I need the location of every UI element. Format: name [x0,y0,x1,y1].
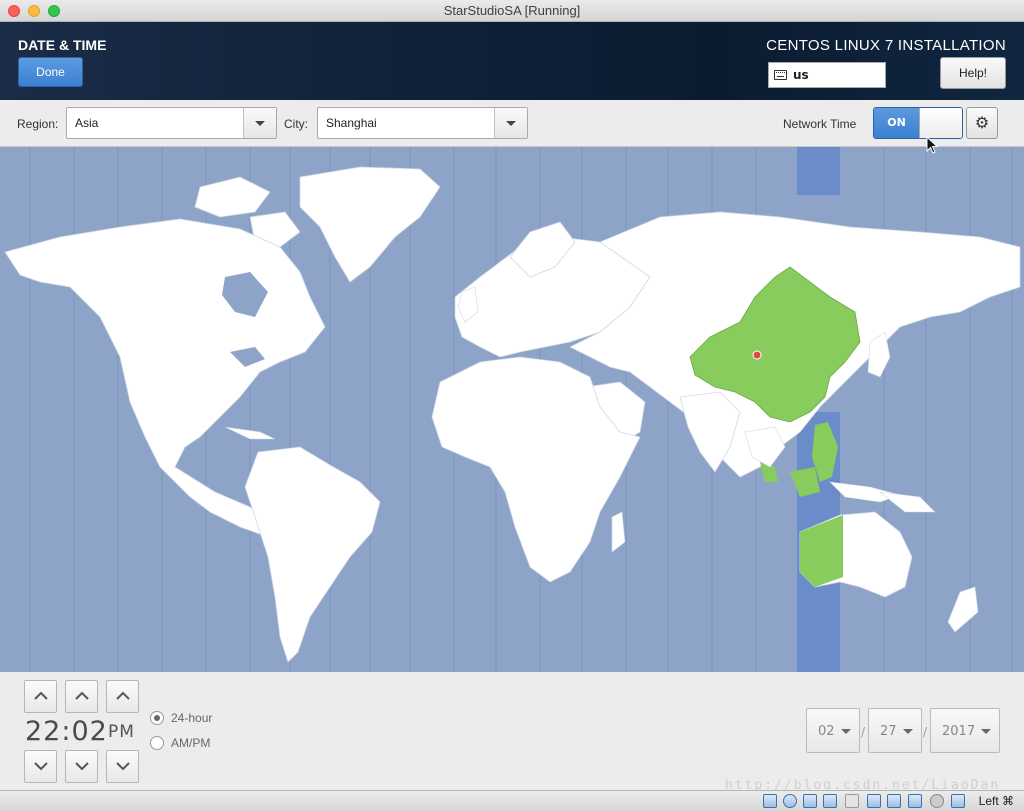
keyboard-icon [774,70,787,80]
minute-down-button[interactable] [65,750,98,783]
region-value: Asia [75,116,99,130]
chevron-up-icon [116,691,130,700]
installation-title: CENTOS LINUX 7 INSTALLATION [766,37,1006,54]
help-button[interactable]: Help! [940,57,1006,89]
timezone-map[interactable] [0,147,1024,672]
keyboard-layout-label: us [793,68,809,82]
network-time-label: Network Time [783,117,857,131]
date-separator: / [923,725,928,739]
world-map[interactable] [0,147,1024,672]
switch-on-label: ON [874,108,919,138]
network-time-switch[interactable]: ON [873,107,963,139]
virtualization-icon[interactable] [908,794,922,808]
usb-icon[interactable] [803,794,817,808]
month-combobox[interactable]: 02 [806,708,860,753]
period-up-button[interactable] [106,680,139,713]
chevron-down-icon [841,729,851,734]
period-display: PM [108,722,135,742]
switch-knob[interactable] [919,108,962,138]
month-value: 02 [818,724,835,739]
ntp-settings-button[interactable]: ⚙ [966,107,998,139]
date-time-panel: 22:02 PM 24-hour AM/PM 02 / 27 / 2017 ht… [0,672,1024,793]
city-combobox[interactable]: Shanghai [317,107,528,139]
year-value: 2017 [942,724,976,739]
year-combobox[interactable]: 2017 [930,708,1000,753]
chevron-up-icon [34,691,48,700]
day-combobox[interactable]: 27 [868,708,922,753]
city-marker-pin[interactable] [752,350,762,360]
vm-window: StarStudioSA [Running] DATE & TIME Done … [0,0,1024,811]
city-label: City: [284,117,308,131]
page-title: DATE & TIME [18,37,107,53]
format-24h-label: 24-hour [171,711,213,725]
chevron-down-icon[interactable] [243,108,276,138]
keyboard-capture-icon[interactable] [951,794,965,808]
format-ampm-label: AM/PM [171,736,211,750]
chevron-down-icon [34,762,48,771]
mouse-pointer-icon [926,136,939,154]
display-icon[interactable] [845,794,859,808]
time-display: 22:02 [25,716,108,747]
window-title: StarStudioSA [Running] [443,3,581,18]
region-combobox[interactable]: Asia [66,107,277,139]
city-value: Shanghai [326,116,377,130]
region-label: Region: [17,117,59,131]
day-value: 27 [880,724,897,739]
gear-icon: ⚙ [974,113,990,132]
hour-up-button[interactable] [24,680,57,713]
format-ampm-radio[interactable] [150,736,164,750]
installer-header: DATE & TIME Done CENTOS LINUX 7 INSTALLA… [0,22,1024,100]
format-24h-radio[interactable] [150,711,164,725]
host-key-label: Left ⌘ [978,794,1014,808]
hard-disk-icon[interactable] [763,794,777,808]
window-titlebar[interactable]: StarStudioSA [Running] [0,0,1024,22]
timezone-toolbar: Region: Asia City: Shanghai Network Time… [0,100,1024,147]
mouse-integration-icon[interactable] [930,794,944,808]
network-icon[interactable] [867,794,881,808]
chevron-down-icon [903,729,913,734]
hour-down-button[interactable] [24,750,57,783]
chevron-down-icon [75,762,89,771]
minute-up-button[interactable] [65,680,98,713]
optical-drive-icon[interactable] [783,794,797,808]
period-down-button[interactable] [106,750,139,783]
date-separator: / [861,725,866,739]
done-button[interactable]: Done [18,57,83,87]
chevron-down-icon [981,729,991,734]
video-capture-icon[interactable] [887,794,901,808]
shared-folder-icon[interactable] [823,794,837,808]
keyboard-layout-indicator[interactable]: us [768,62,886,88]
chevron-down-icon[interactable] [494,108,527,138]
vm-statusbar: Left ⌘ [0,790,1024,811]
chevron-down-icon [116,762,130,771]
chevron-up-icon [75,691,89,700]
